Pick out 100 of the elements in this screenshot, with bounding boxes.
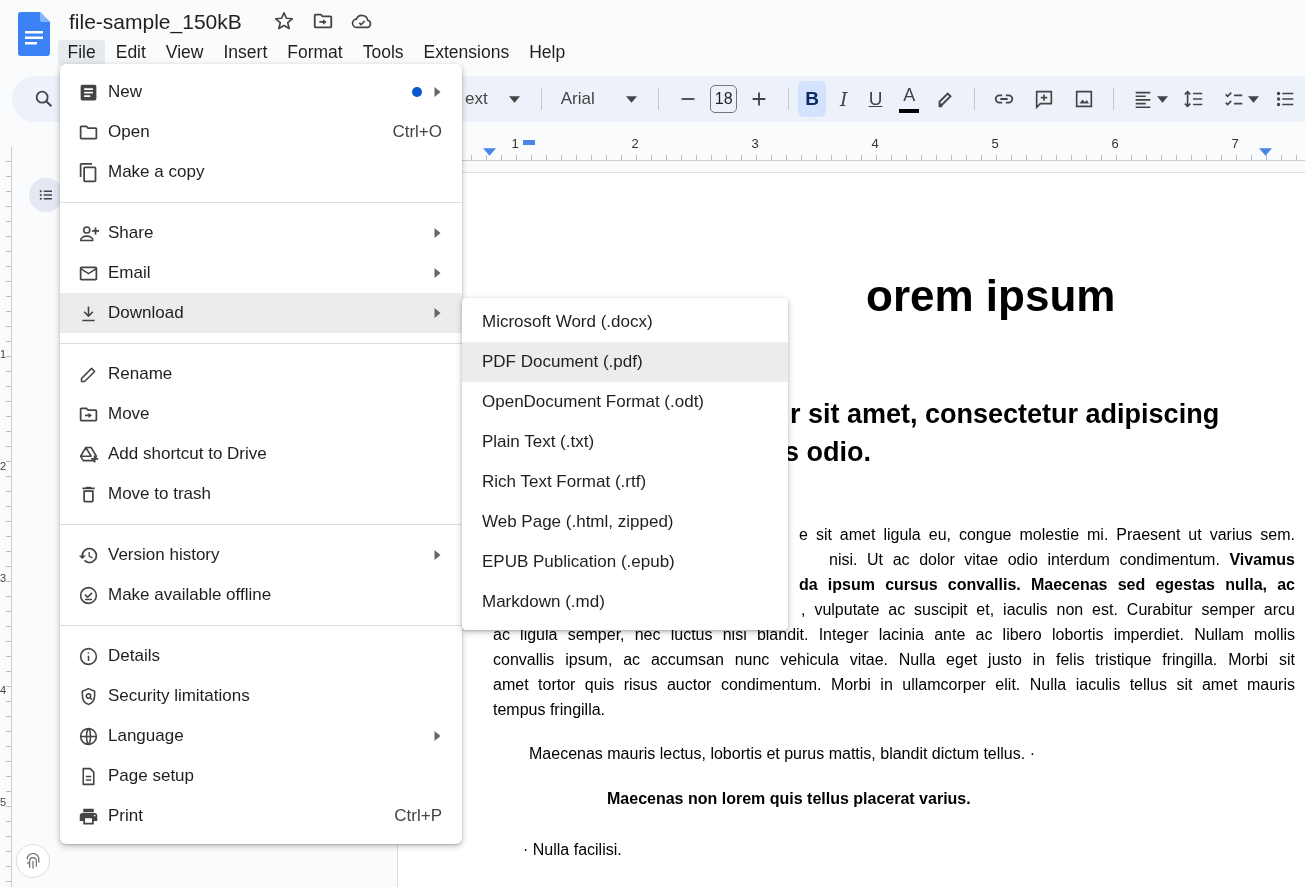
ruler-number: 2: [630, 134, 640, 153]
menu-item[interactable]: Format: [277, 40, 353, 66]
menu-item[interactable]: Email: [60, 253, 462, 293]
menu-item[interactable]: Page setup: [60, 756, 462, 796]
menu-item[interactable]: PDF Document (.pdf): [462, 342, 788, 382]
menu-item-label: Open: [108, 122, 151, 142]
menu-item[interactable]: Move to trash: [60, 474, 462, 514]
menu-item[interactable]: Details: [60, 636, 462, 676]
menu-item-label: Share: [108, 223, 155, 243]
shortcut-text: Ctrl+P: [394, 806, 442, 826]
ruler-number: 5: [0, 795, 8, 810]
menu-item[interactable]: Insert: [214, 40, 277, 66]
menu-item[interactable]: Help: [519, 40, 575, 66]
style-dropdown[interactable]: ext: [465, 89, 488, 109]
document-subheading: r sit amet, consectetur adipiscing: [790, 398, 1221, 431]
ruler-number: 3: [750, 134, 760, 153]
paragraph-line: da ipsum cursus convallis. Maecenas sed egestas nulla, ac: [799, 575, 1295, 595]
menu-item[interactable]: Version history: [60, 535, 462, 575]
menu-item[interactable]: View: [156, 40, 213, 66]
caret-icon[interactable]: [508, 95, 520, 103]
first-line-indent-marker[interactable]: [523, 139, 535, 145]
menu-item[interactable]: New: [60, 72, 462, 112]
format-button[interactable]: U: [861, 81, 890, 117]
format-button[interactable]: B: [798, 81, 826, 117]
line-spacing-icon[interactable]: [1183, 88, 1205, 110]
menu-item[interactable]: Open Ctrl+O: [60, 112, 462, 152]
menu-item[interactable]: Language: [60, 716, 462, 756]
menu-item-label: Language: [108, 726, 185, 746]
menu-item[interactable]: Download: [60, 293, 462, 333]
menu-item[interactable]: Rich Text Format (.rtf): [462, 462, 788, 502]
paragraph-text: Maecenas non lorem quis tellus placerat varius.: [607, 789, 972, 809]
fingerprint-button[interactable]: [16, 844, 50, 878]
menu-item[interactable]: Make a copy: [60, 152, 462, 192]
document-title[interactable]: file-sample_150kB: [69, 8, 242, 34]
menu-item-label: Move: [108, 404, 151, 424]
menu-item-label: Add shortcut to Drive: [108, 444, 268, 464]
font-size-field[interactable]: 18: [710, 85, 738, 113]
text-color-button[interactable]: A: [899, 85, 919, 113]
indent-marker-icon[interactable]: [1259, 147, 1272, 156]
copy-icon: [78, 161, 99, 183]
menu-item[interactable]: Share: [60, 213, 462, 253]
menu-item-label: Security limitations: [108, 686, 251, 706]
globe-icon: [78, 725, 99, 747]
menu-item-label: Version history: [108, 545, 221, 565]
outline-button[interactable]: [29, 178, 63, 212]
ruler-number: 6: [1110, 134, 1120, 153]
menu-item[interactable]: File: [58, 40, 106, 66]
menu-item[interactable]: Microsoft Word (.docx): [462, 302, 788, 342]
menu-item[interactable]: EPUB Publication (.epub): [462, 542, 788, 582]
menu-item-label: New: [108, 82, 143, 102]
shortcut-text: Ctrl+O: [392, 122, 442, 142]
menu-item[interactable]: Extensions: [414, 40, 519, 66]
menu-item[interactable]: Make available offline: [60, 575, 462, 615]
menu-item[interactable]: OpenDocument Format (.odt): [462, 382, 788, 422]
ruler-number: 2: [0, 459, 8, 474]
menu-item-label: Make available offline: [108, 585, 273, 605]
menu-item[interactable]: Plain Text (.txt): [462, 422, 788, 462]
ruler-number: 4: [870, 134, 880, 153]
menu-item-label: Make a copy: [108, 162, 206, 182]
docs-logo-icon[interactable]: [18, 12, 50, 56]
image-icon[interactable]: [1073, 88, 1095, 110]
info-icon: [78, 645, 99, 667]
paragraph-line: e sit amet ligula eu, congue molestie mi. Praesent ut varius sem.: [799, 525, 1295, 545]
indent-marker-icon[interactable]: [483, 147, 496, 156]
menu-item[interactable]: Tools: [353, 40, 414, 66]
menu-item-label: Move to trash: [108, 484, 212, 504]
caret-icon[interactable]: [1248, 95, 1259, 103]
document-heading: orem ipsum: [866, 271, 1117, 321]
star-icon[interactable]: [272, 10, 295, 32]
ruler-number: 1: [0, 347, 8, 362]
menu-item[interactable]: Security limitations: [60, 676, 462, 716]
search-icon[interactable]: [33, 88, 55, 110]
menu-item[interactable]: Edit: [106, 40, 156, 66]
menu-item-label: Details: [108, 646, 161, 666]
ruler-number: 5: [990, 134, 1000, 153]
menu-item[interactable]: Add shortcut to Drive: [60, 434, 462, 474]
paragraph-text: Maecenas mauris lectus, lobortis et purus mattis, blandit dictum tellus. ·: [529, 744, 1036, 764]
paragraph-line: , vulputate ac suscipit et, iaculis non est. Curabitur semper arcu: [801, 600, 1295, 620]
paragraph-line: ac ligula semper, nec luctus nisi blandit. Integer lacinia ante ac libero lobortis imperdiet. Nullam mollis: [493, 625, 1295, 645]
ruler-number: 7: [1230, 134, 1240, 153]
menu-item-label: Download: [108, 303, 185, 323]
caret-icon[interactable]: [1157, 95, 1168, 103]
paragraph-line: convallis ipsum, ac accumsan nunc vehicula vitae. Nulla eget justo in felis tristique fringilla. Morbi sit: [493, 650, 1295, 670]
ruler-number: 4: [0, 683, 8, 698]
menu-item-label: Email: [108, 263, 152, 283]
menu-item[interactable]: Markdown (.md): [462, 582, 788, 622]
format-button[interactable]: I: [829, 81, 858, 117]
paragraph-line: nisi. Ut ac dolor vitae odio interdum condimentum. Vivamus: [829, 550, 1295, 570]
menu-item[interactable]: Move: [60, 394, 462, 434]
menu-item[interactable]: Web Page (.html, zipped): [462, 502, 788, 542]
paragraph-line: amet tortor quis risus auctor condimentum. Morbi in ullamcorper elit. Nulla iaculis tellus sit amet mauris: [493, 675, 1295, 695]
paragraph-text: · Nulla facilisi.: [523, 840, 623, 860]
caret-icon[interactable]: [626, 95, 638, 103]
menu-item[interactable]: Rename: [60, 354, 462, 394]
menu-item-label: Rename: [108, 364, 174, 384]
menu-item[interactable]: Print Ctrl+P: [60, 796, 462, 836]
add-comment-icon[interactable]: [1033, 88, 1055, 110]
ruler-number: 3: [0, 571, 8, 586]
font-dropdown[interactable]: Arial: [560, 89, 606, 109]
ruler-number: 1: [510, 134, 520, 153]
